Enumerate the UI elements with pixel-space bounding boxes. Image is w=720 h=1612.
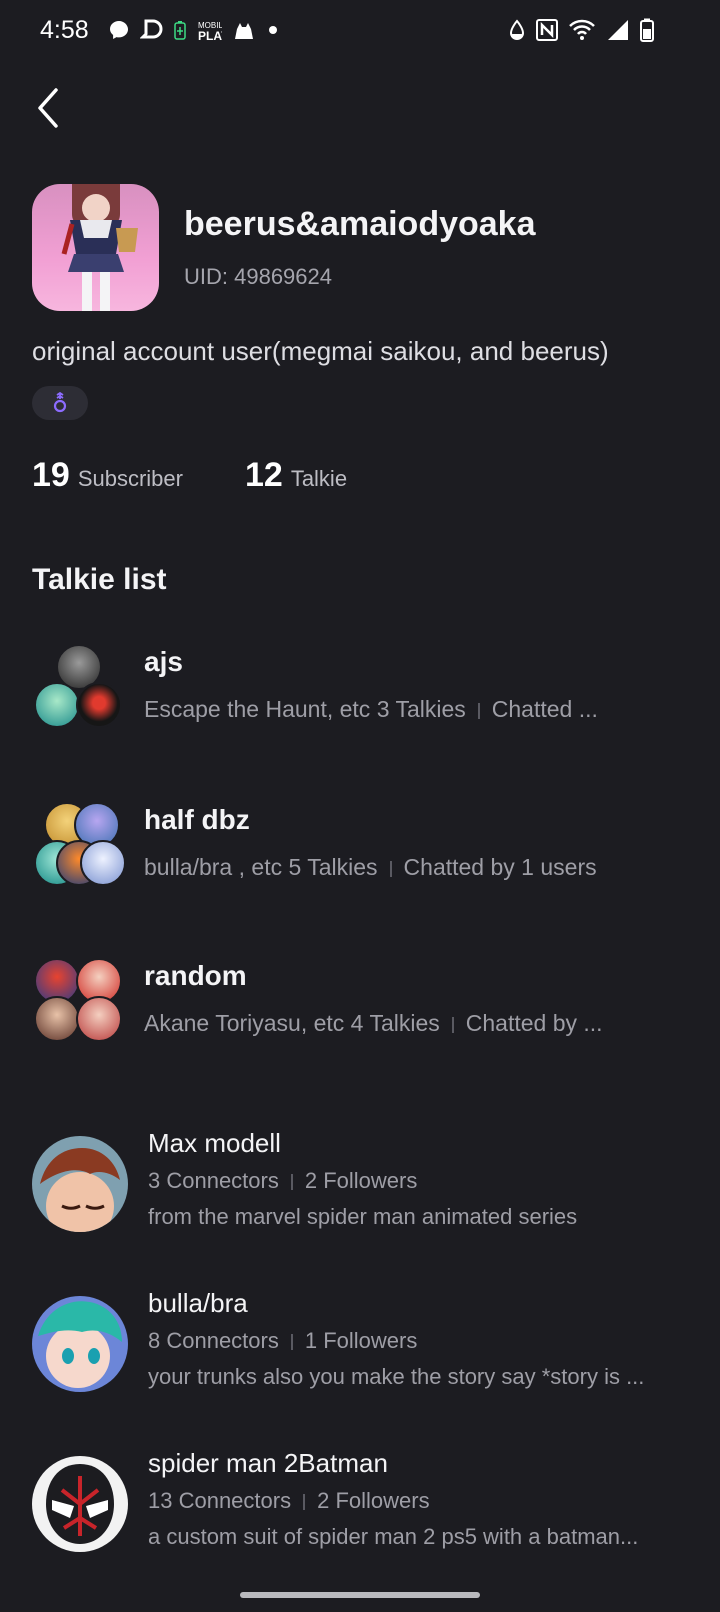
- profile-bio: original account user(megmai saikou, and…: [32, 336, 609, 366]
- talkie-label: Talkie: [290, 466, 348, 491]
- profile-avatar-image: [61, 184, 138, 311]
- collection-subtitle: bulla/bra , etc 5 Talkies Chatted by 1 us…: [144, 854, 644, 881]
- collection-item[interactable]: random Akane Toriyasu, etc 4 Talkies Chat…: [0, 958, 720, 1068]
- character-name: Max modell: [148, 1128, 281, 1158]
- svg-text:PLAY: PLAY: [198, 29, 222, 42]
- status-time: 4:58: [40, 16, 89, 44]
- data-saver-icon: [509, 19, 525, 40]
- messenger-icon: [110, 21, 128, 39]
- character-avatar: [32, 1296, 128, 1392]
- collection-summary: Escape the Haunt, etc 3 Talkies: [144, 696, 466, 722]
- separator: [303, 1494, 306, 1511]
- character-description: a custom suit of spider man 2 ps5 with a…: [148, 1524, 639, 1549]
- status-right-icons: [508, 18, 654, 42]
- wifi-icon: [569, 19, 595, 40]
- collection-avatar-stack: [34, 644, 126, 736]
- back-button[interactable]: [30, 84, 70, 132]
- separator: [389, 860, 392, 877]
- collection-title: random: [144, 960, 247, 991]
- character-description: your trunks also you make the story say …: [148, 1364, 645, 1389]
- separator: [451, 1016, 454, 1033]
- collection-chatted: Chatted by ...: [465, 1010, 603, 1036]
- subscribers-stat[interactable]: 19 Subscriber: [32, 456, 183, 495]
- character-connectors: 8 Connectors: [148, 1328, 279, 1353]
- talkie-list-title: Talkie list: [32, 563, 167, 596]
- battery-icon: [640, 18, 654, 42]
- collection-subtitle: Escape the Haunt, etc 3 Talkies Chatted .…: [144, 696, 644, 723]
- character-followers: 2 Followers: [304, 1168, 418, 1193]
- collection-summary: Akane Toriyasu, etc 4 Talkies: [144, 1010, 440, 1036]
- chevron-left-icon: [38, 88, 58, 128]
- talkie-stat[interactable]: 12 Talkie: [245, 456, 347, 495]
- collection-chatted: Chatted ...: [491, 696, 598, 722]
- character-item[interactable]: Max modell 3 Connectors 2 Followers from …: [0, 1128, 720, 1246]
- character-avatar: [32, 1136, 128, 1232]
- collection-title: ajs: [144, 646, 183, 677]
- character-connectors: 3 Connectors: [148, 1168, 279, 1193]
- collection-summary: bulla/bra , etc 5 Talkies: [144, 854, 378, 880]
- separator: [290, 1174, 293, 1191]
- cat-icon: [235, 23, 253, 39]
- character-followers: 1 Followers: [304, 1328, 418, 1353]
- collection-subtitle: Akane Toriyasu, etc 4 Talkies Chatted by …: [144, 1010, 644, 1037]
- dot-icon: [269, 26, 277, 34]
- gender-badge: [32, 386, 88, 420]
- profile-avatar[interactable]: [32, 184, 159, 311]
- collection-item[interactable]: half dbz bulla/bra , etc 5 Talkies Chatte…: [0, 802, 720, 912]
- character-stats: 8 Connectors 1 Followers: [148, 1328, 417, 1354]
- home-indicator[interactable]: [240, 1592, 480, 1598]
- subscribers-label: Subscriber: [77, 466, 183, 491]
- collection-avatar-stack: [34, 802, 126, 894]
- separator: [477, 702, 480, 719]
- collection-title: half dbz: [144, 804, 250, 835]
- character-description: from the marvel spider man animated seri…: [148, 1204, 578, 1229]
- profile-stats: 19 Subscriber 12 Talkie: [32, 456, 409, 495]
- character-item[interactable]: spider man 2Batman 13 Connectors 2 Follow…: [0, 1448, 720, 1566]
- character-followers: 2 Followers: [317, 1488, 430, 1513]
- character-name: bulla/bra: [148, 1288, 248, 1318]
- separator: [290, 1334, 293, 1351]
- profile-uid: UID: 49869624: [184, 264, 332, 289]
- character-avatar: [32, 1456, 128, 1552]
- character-stats: 3 Connectors 2 Followers: [148, 1168, 417, 1194]
- nfc-icon: [536, 19, 558, 41]
- character-stats: 13 Connectors 2 Followers: [148, 1488, 430, 1514]
- character-item[interactable]: bulla/bra 8 Connectors 1 Followers your t…: [0, 1288, 720, 1406]
- character-connectors: 13 Connectors: [148, 1488, 292, 1513]
- status-left-icons: MOBILEPLAY: [108, 18, 280, 42]
- gender-badge-icon: [53, 392, 67, 413]
- mobile-play-icon: MOBILEPLAY: [198, 21, 222, 42]
- signal-icon: [608, 20, 628, 40]
- collection-avatar-stack: [34, 958, 126, 1050]
- talkie-count: 12: [244, 456, 283, 494]
- character-name: spider man 2Batman: [148, 1448, 388, 1478]
- d-app-icon: [140, 19, 163, 39]
- status-bar: 4:58 MOBILEPLAY: [0, 0, 720, 64]
- collection-item[interactable]: ajs Escape the Haunt, etc 3 Talkies Chatt…: [0, 644, 720, 754]
- profile-username: beerus&amaiodyoaka: [184, 205, 536, 243]
- battery-saver-icon: [174, 21, 186, 40]
- subscribers-count: 19: [32, 456, 70, 494]
- collection-chatted: Chatted by 1 users: [403, 854, 597, 880]
